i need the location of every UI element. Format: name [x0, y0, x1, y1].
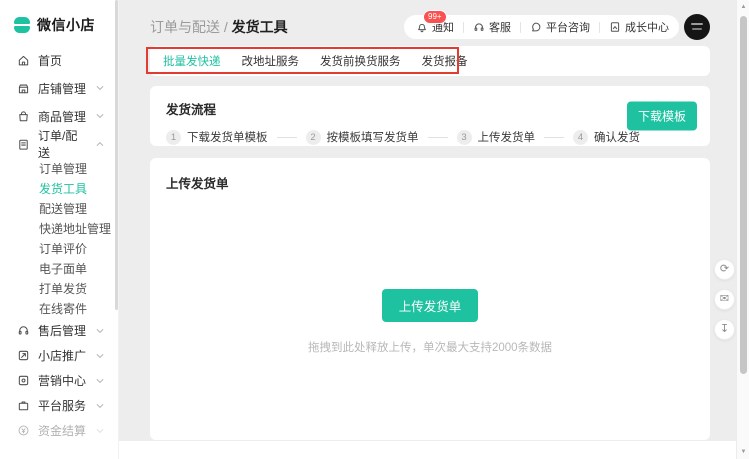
- page-scrollbar[interactable]: ▲ ▼: [736, 0, 749, 459]
- topbar-pill: 通知 99+ 客服 平台咨询: [404, 15, 679, 39]
- wechat-store-logo-icon: [14, 17, 30, 33]
- notifications-button[interactable]: 通知 99+: [416, 19, 454, 35]
- download-button[interactable]: ↧: [714, 319, 735, 340]
- storefront-icon: [17, 82, 30, 95]
- chevron-down-icon: [96, 377, 104, 385]
- upload-invoice-button[interactable]: 上传发货单: [382, 289, 479, 322]
- order-list-icon: [17, 138, 30, 151]
- tab-ship-report[interactable]: 发货报备: [422, 53, 468, 69]
- customer-service-button[interactable]: 客服: [473, 19, 511, 35]
- sidebar-item-order-reviews[interactable]: 订单评价: [0, 238, 118, 258]
- sidebar-item-order-management[interactable]: 订单管理: [0, 158, 118, 178]
- app-window: 微信小店 首页 店铺管理 商品管理 订单/配送 订单管理: [0, 0, 749, 459]
- sidebar-item-online-shipping[interactable]: 在线寄件: [0, 298, 118, 318]
- sidebar-item-store-promotion[interactable]: 小店推广: [0, 343, 118, 368]
- briefcase-icon: [17, 399, 30, 412]
- chevron-down-icon: [96, 112, 104, 120]
- sidebar-item-home[interactable]: 首页: [0, 46, 118, 74]
- process-steps: 1 下载发货单模板 2 按模板填写发货单 3 上传发货单 4 确认发货: [166, 129, 694, 145]
- sidebar: 微信小店 首页 店铺管理 商品管理 订单/配送 订单管理: [0, 0, 119, 459]
- store-avatar[interactable]: [684, 14, 710, 40]
- headset-icon: [17, 324, 30, 337]
- sidebar-item-platform-services[interactable]: 平台服务: [0, 393, 118, 418]
- sidebar-item-shipping-tools[interactable]: 发货工具: [0, 178, 118, 198]
- chevron-down-icon: [96, 327, 104, 335]
- breadcrumb-parent[interactable]: 订单与配送: [150, 19, 220, 35]
- upload-hint: 拖拽到此处释放上传，单次最大支持2000条数据: [308, 339, 552, 355]
- upload-invoice-card: 上传发货单 上传发货单 拖拽到此处释放上传，单次最大支持2000条数据: [150, 158, 710, 440]
- scroll-down-arrow[interactable]: ▼: [737, 449, 749, 455]
- process-title: 发货流程: [166, 99, 694, 118]
- sidebar-item-express-address[interactable]: 快递地址管理: [0, 218, 118, 238]
- sidebar-item-e-waybill[interactable]: 电子面单: [0, 258, 118, 278]
- refresh-icon: ⟳: [720, 263, 729, 275]
- bag-icon: [17, 110, 30, 123]
- sidebar-item-marketing-center[interactable]: 营销中心: [0, 368, 118, 393]
- step-label: 上传发货单: [478, 129, 536, 145]
- shipping-process-card: 发货流程 1 下载发货单模板 2 按模板填写发货单 3 上传发货单 4 确认发货…: [150, 86, 710, 146]
- feedback-button[interactable]: ✉: [714, 289, 735, 310]
- step-label: 下载发货单模板: [187, 129, 268, 145]
- sidebar-scrollbar-thumb[interactable]: [115, 0, 118, 310]
- step-label: 按模板填写发货单: [327, 129, 419, 145]
- breadcrumb: 订单与配送 / 发货工具: [150, 17, 288, 37]
- yuan-coin-icon: [17, 424, 30, 437]
- step-number: 1: [166, 130, 181, 145]
- headset-icon: [473, 21, 485, 33]
- app-title: 微信小店: [37, 15, 95, 35]
- sidebar-item-order-delivery[interactable]: 订单/配送: [0, 130, 118, 158]
- step-number: 2: [306, 130, 321, 145]
- sidebar-item-delivery-management[interactable]: 配送管理: [0, 198, 118, 218]
- step-number: 3: [457, 130, 472, 145]
- sidebar-nav: 首页 店铺管理 商品管理 订单/配送 订单管理 发货工具 配送管理 快递地址管理: [0, 46, 118, 443]
- home-icon: [17, 54, 30, 67]
- sidebar-item-shop-management[interactable]: 店铺管理: [0, 74, 118, 102]
- sidebar-item-aftersale[interactable]: 售后管理: [0, 318, 118, 343]
- platform-consult-button[interactable]: 平台咨询: [530, 19, 590, 35]
- tab-change-address[interactable]: 改地址服务: [242, 53, 300, 69]
- chevron-up-icon: [96, 140, 104, 148]
- tab-pre-ship-exchange[interactable]: 发货前换货服务: [320, 53, 401, 69]
- page-title: 发货工具: [232, 19, 288, 35]
- scrollbar-thumb[interactable]: [740, 16, 747, 374]
- growth-center-button[interactable]: 成长中心: [609, 19, 669, 35]
- app-logo: 微信小店: [0, 0, 118, 46]
- marketing-icon: [17, 374, 30, 387]
- sidebar-item-print-ship[interactable]: 打单发货: [0, 278, 118, 298]
- step-label: 确认发货: [594, 129, 640, 145]
- chevron-down-icon: [96, 402, 104, 410]
- download-icon: ↧: [720, 323, 729, 335]
- shipping-tools-tabs: 批量发快递 改地址服务 发货前换货服务 发货报备: [150, 46, 710, 76]
- chevron-down-icon: [96, 84, 104, 92]
- promotion-arrow-icon: [17, 349, 30, 362]
- refresh-button[interactable]: ⟳: [714, 259, 735, 280]
- download-template-button[interactable]: 下载模板: [627, 102, 697, 131]
- tab-batch-express[interactable]: 批量发快递: [163, 53, 221, 69]
- chevron-down-icon: [96, 352, 104, 360]
- growth-doc-icon: [609, 21, 621, 33]
- chevron-down-icon: [96, 427, 104, 435]
- floating-actions: ⟳ ✉ ↧: [714, 259, 735, 340]
- main-area: 订单与配送 / 发货工具 通知 99+ 客服: [119, 0, 736, 459]
- notification-badge: 99+: [423, 10, 447, 24]
- step-number: 4: [573, 130, 588, 145]
- chat-bubble-icon: [530, 21, 542, 33]
- scroll-up-arrow[interactable]: ▲: [737, 4, 749, 10]
- feedback-envelope-icon: ✉: [720, 293, 729, 305]
- upload-title: 上传发货单: [166, 173, 694, 192]
- sidebar-item-funds-settlement[interactable]: 资金结算: [0, 418, 118, 443]
- breadcrumb-separator: /: [224, 19, 228, 35]
- sidebar-item-product-management[interactable]: 商品管理: [0, 102, 118, 130]
